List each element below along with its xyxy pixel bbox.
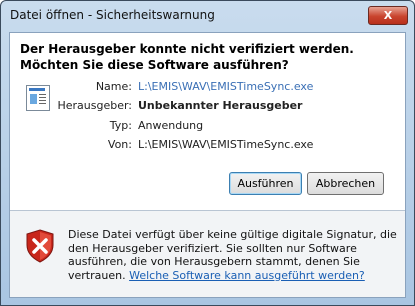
title-bar[interactable]: Datei öffnen - Sicherheitswarnung X <box>1 1 414 31</box>
dialog-content: Der Herausgeber konnte nicht verifiziert… <box>9 32 406 298</box>
run-button[interactable]: Ausführen <box>229 172 302 195</box>
name-value: L:\EMIS\WAV\EMISTimeSync.exe <box>138 80 314 93</box>
from-value: L:\EMIS\WAV\EMISTimeSync.exe <box>138 138 314 151</box>
type-label: Typ: <box>109 119 132 132</box>
close-button[interactable]: X <box>368 6 408 25</box>
publisher-value: Unbekannter Herausgeber <box>138 99 303 112</box>
headline: Der Herausgeber konnte nicht verifiziert… <box>20 42 354 72</box>
publisher-label: Herausgeber: <box>57 99 132 112</box>
type-value: Anwendung <box>138 119 204 132</box>
from-label: Von: <box>107 138 132 151</box>
cancel-button[interactable]: Abbrechen <box>307 172 384 195</box>
name-label: Name: <box>95 80 132 93</box>
help-link[interactable]: Welche Software kann ausgeführt werden? <box>129 269 365 282</box>
warning-text: Diese Datei verfügt über keine gültige d… <box>68 228 398 282</box>
window-title: Datei öffnen - Sicherheitswarnung <box>10 8 215 22</box>
security-warning-dialog: Datei öffnen - Sicherheitswarnung X Der … <box>0 0 415 306</box>
security-shield-error-icon <box>26 229 54 263</box>
warning-panel: Diese Datei verfügt über keine gültige d… <box>10 211 405 297</box>
